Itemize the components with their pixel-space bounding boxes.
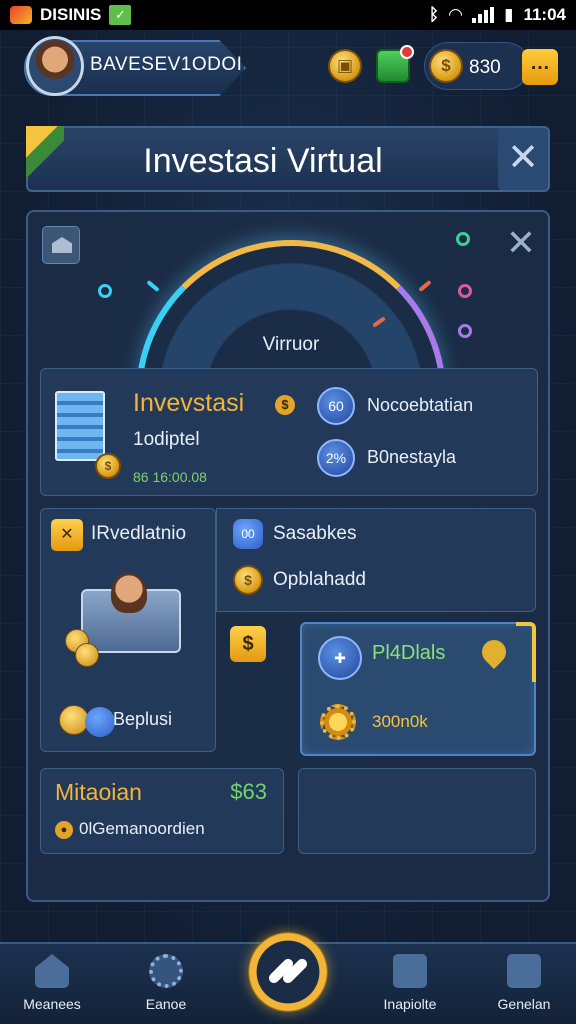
list-item-label[interactable]: Nocoebtatian: [367, 395, 473, 416]
mission-card[interactable]: Mitaoian $63 ● 0lGemanoordien: [40, 768, 284, 854]
sales-row-label[interactable]: Sasabkes: [273, 523, 356, 545]
main-action-button[interactable]: [248, 932, 328, 1012]
pin-icon: [458, 324, 472, 338]
highlight-corner: [516, 622, 536, 682]
page-title: Investasi Virtual: [143, 142, 383, 180]
nav-label: Meanees: [23, 996, 81, 1012]
coin-badge-icon: $: [275, 395, 295, 415]
investment-title: Invevstasi: [133, 389, 245, 417]
bluetooth-icon: ᛒ: [428, 5, 440, 24]
list-item-label[interactable]: B0nestayla: [367, 447, 456, 468]
gauge-label: Virruor: [262, 334, 320, 355]
plans-title: Pl4Dlals: [372, 642, 446, 664]
plans-value: 300n0k: [372, 712, 428, 731]
title-bar: Investasi Virtual ✕: [26, 126, 550, 192]
cash-stack-icon[interactable]: [376, 45, 414, 83]
mission-amount: $63: [230, 779, 267, 804]
sales-card[interactable]: 00 Sasabkes $ Opblahadd: [216, 508, 536, 612]
lock-icon: [393, 954, 427, 988]
coin-icon: [75, 643, 99, 667]
investment-panel: ✕ Virruor $ Invevstasi $ 1odiptel 86 16:…: [26, 210, 550, 902]
gauge-tick: [418, 279, 432, 293]
status-bar: DISINIS ✓ ᛒ ◠ ▮ 11:04: [0, 0, 576, 30]
top-bar: BAVESEV1ODOI ▣ $ 830 …: [24, 36, 558, 100]
coin-icon: $: [95, 453, 121, 479]
notification-dot: [400, 45, 414, 59]
empty-slot-card[interactable]: [298, 768, 536, 854]
mission-title: Mitaoian: [55, 779, 142, 805]
nav-item-general[interactable]: Genelan: [474, 954, 574, 1012]
status-app-name: DISINIS: [40, 5, 102, 24]
nav-label: Inapiolte: [383, 996, 437, 1012]
coin-icon: $: [233, 565, 263, 595]
tools-icon: ✕: [51, 519, 83, 551]
home-icon: [35, 954, 69, 988]
home-button[interactable]: [42, 226, 80, 264]
gear-icon: [149, 954, 183, 988]
mission-subtitle: 0lGemanoordien: [79, 819, 205, 838]
gold-coin-icon[interactable]: ▣: [328, 49, 362, 83]
plans-card[interactable]: ✚ Pl4Dlals 300n0k: [300, 622, 536, 756]
coin-value: 830: [469, 57, 501, 78]
nav-item-home[interactable]: Meanees: [2, 954, 102, 1012]
search-icon: [98, 284, 112, 298]
nav-item-settings[interactable]: Eanoe: [116, 954, 216, 1012]
more-menu-button[interactable]: …: [522, 49, 558, 85]
dollar-coin-icon: $: [429, 49, 463, 83]
gauge-tick: [146, 279, 160, 293]
investment-amount: 86 16:00.08: [133, 469, 207, 485]
coin-icon: ●: [55, 821, 73, 839]
search-icon: [458, 284, 472, 298]
building-icon: [55, 391, 105, 461]
nav-item-lock[interactable]: Inapiolte: [360, 954, 460, 1012]
investment-card[interactable]: $ Invevstasi $ 1odiptel 86 16:00.08 60 N…: [40, 368, 538, 496]
droplet-icon: [85, 707, 115, 737]
vault-character-icon: [81, 573, 181, 653]
coin-counter[interactable]: $ 830: [424, 42, 530, 90]
revenue-card[interactable]: ✕ IRvedlatnio Beplusi: [40, 508, 216, 752]
signal-icon: [472, 7, 495, 23]
pin-icon: [456, 232, 470, 246]
investment-subtitle: 1odiptel: [133, 429, 200, 450]
info-icon: 60: [317, 387, 355, 425]
clipboard-icon: [507, 954, 541, 988]
map-pin-icon: [477, 635, 511, 669]
nav-label: Eanoe: [145, 996, 187, 1012]
revenue-footer: Beplusi: [113, 709, 173, 729]
bottom-nav: Meanees Eanoe Inapiolte Genelan: [0, 932, 576, 1024]
wifi-icon: ◠: [449, 5, 463, 24]
dollar-button[interactable]: $: [230, 626, 266, 662]
panel-close-button[interactable]: ✕: [506, 222, 536, 264]
pin-marker-icon: ✚: [318, 636, 362, 680]
avatar[interactable]: [26, 36, 84, 96]
battery-icon: ▮: [504, 5, 514, 24]
status-time: 11:04: [523, 5, 566, 24]
close-button[interactable]: ✕: [498, 128, 548, 190]
revenue-title: IRvedlatnio: [91, 523, 187, 544]
percent-icon: 2%: [317, 439, 355, 477]
tag-icon: 00: [233, 519, 263, 549]
leaf-icon: ✓: [109, 5, 132, 25]
gear-coin-icon: [320, 704, 356, 740]
sales-row-label[interactable]: Opblahadd: [273, 569, 366, 591]
app-icon: [10, 6, 32, 24]
nav-label: Genelan: [497, 996, 551, 1012]
profile-name: BAVESEV1ODOI: [90, 54, 243, 75]
